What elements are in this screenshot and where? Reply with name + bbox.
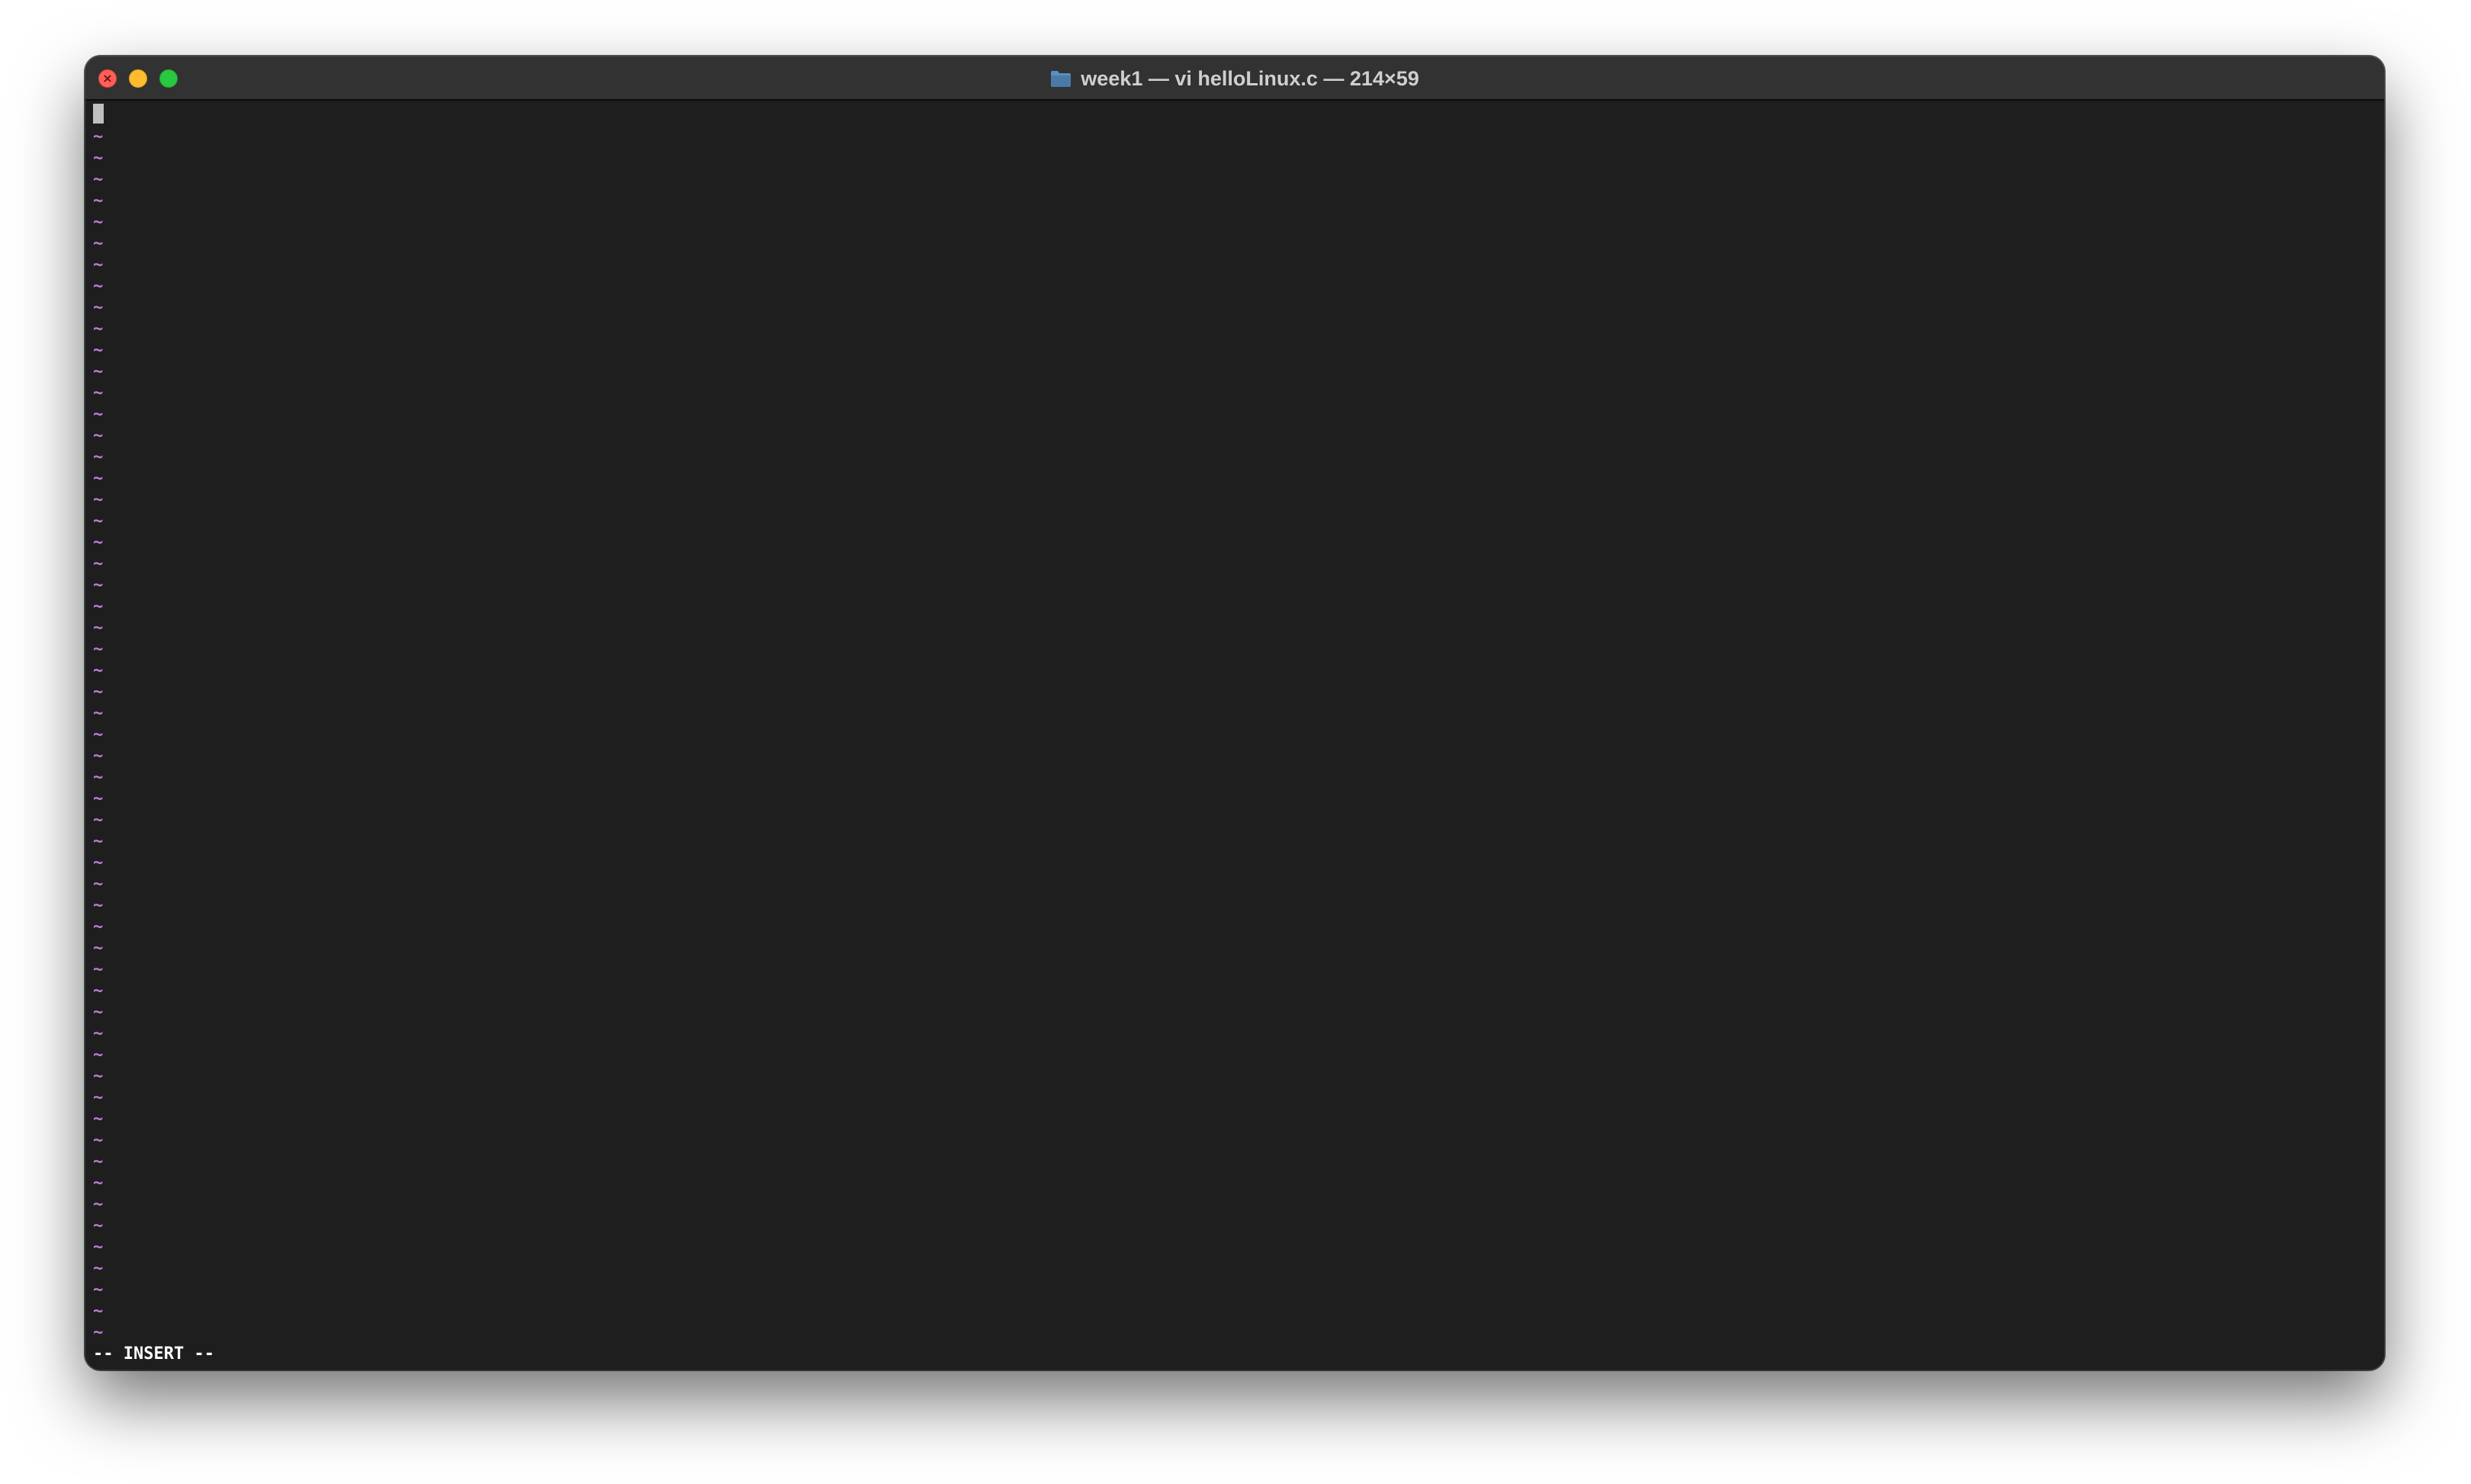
empty-line-marker: ~	[93, 533, 104, 552]
empty-line-marker: ~	[93, 853, 104, 872]
empty-line-marker: ~	[93, 298, 104, 317]
empty-line-marker: ~	[93, 704, 104, 723]
empty-line-marker: ~	[93, 469, 104, 488]
empty-line-marker: ~	[93, 1067, 104, 1086]
empty-line-marker: ~	[93, 255, 104, 275]
folder-icon	[1050, 69, 1072, 88]
empty-line-marker: ~	[93, 917, 104, 936]
empty-line-marker: ~	[93, 683, 104, 702]
title-bar[interactable]: × week1 — vi helloLinux.c — 214×59	[85, 56, 2384, 101]
terminal-window: × week1 — vi helloLinux.c — 214×59	[85, 56, 2384, 1370]
empty-line-marker: ~	[93, 640, 104, 659]
empty-line-marker: ~	[93, 747, 104, 766]
empty-line-marker: ~	[93, 320, 104, 339]
empty-line-marker: ~	[93, 448, 104, 467]
empty-line-marker: ~	[93, 896, 104, 915]
empty-line-marker: ~	[93, 490, 104, 509]
empty-line-marker: ~	[93, 170, 104, 189]
empty-line-marker: ~	[93, 832, 104, 851]
empty-line-marker: ~	[93, 554, 104, 573]
empty-line-marker: ~	[93, 1302, 104, 1321]
empty-line-marker: ~	[93, 426, 104, 445]
empty-line-marker: ~	[93, 1259, 104, 1278]
empty-line-marker: ~	[93, 277, 104, 296]
empty-line-marker: ~	[93, 405, 104, 424]
empty-line-marker: ~	[93, 875, 104, 894]
empty-line-marker: ~	[93, 811, 104, 830]
empty-line-marker: ~	[93, 149, 104, 168]
window-title: week1 — vi helloLinux.c — 214×59	[85, 56, 2384, 101]
empty-line-marker: ~	[93, 768, 104, 787]
vim-mode-indicator: -- INSERT --	[93, 1344, 214, 1364]
empty-line-marker: ~	[93, 789, 104, 808]
empty-line-markers: ~ ~ ~ ~ ~ ~ ~ ~ ~ ~ ~ ~ ~ ~ ~ ~ ~ ~ ~ ~ ~ ~ ~ ~ ~ ~ ~ ~ ~ ~ ~ ~ ~ ~ ~ ~ ~ ~ ~ ~…	[93, 127, 124, 1344]
empty-line-marker: ~	[93, 939, 104, 958]
empty-line-marker: ~	[93, 1131, 104, 1150]
empty-line-marker: ~	[93, 1195, 104, 1214]
empty-line-marker: ~	[93, 127, 104, 146]
empty-line-marker: ~	[93, 1216, 104, 1235]
empty-line-marker: ~	[93, 1003, 104, 1022]
empty-line-marker: ~	[93, 981, 104, 1001]
empty-line-marker: ~	[93, 1280, 104, 1299]
empty-line-marker: ~	[93, 1238, 104, 1257]
empty-line-marker: ~	[93, 960, 104, 979]
empty-line-marker: ~	[93, 618, 104, 638]
empty-line-marker: ~	[93, 1323, 104, 1342]
empty-line-marker: ~	[93, 1024, 104, 1043]
empty-line-marker: ~	[93, 512, 104, 531]
empty-line-marker: ~	[93, 661, 104, 680]
empty-line-marker: ~	[93, 1046, 104, 1065]
text-cursor	[93, 104, 104, 124]
empty-line-marker: ~	[93, 362, 104, 381]
window-title-text: week1 — vi helloLinux.c — 214×59	[1081, 66, 1419, 90]
empty-line-marker: ~	[93, 1088, 104, 1107]
empty-line-marker: ~	[93, 234, 104, 253]
terminal-content[interactable]	[85, 101, 2384, 1370]
empty-line-marker: ~	[93, 384, 104, 403]
empty-line-marker: ~	[93, 1174, 104, 1193]
empty-line-marker: ~	[93, 597, 104, 616]
empty-line-marker: ~	[93, 1152, 104, 1171]
empty-line-marker: ~	[93, 341, 104, 360]
empty-line-marker: ~	[93, 1110, 104, 1129]
empty-line-marker: ~	[93, 576, 104, 595]
empty-line-marker: ~	[93, 191, 104, 210]
empty-line-marker: ~	[93, 213, 104, 232]
empty-line-marker: ~	[93, 725, 104, 744]
